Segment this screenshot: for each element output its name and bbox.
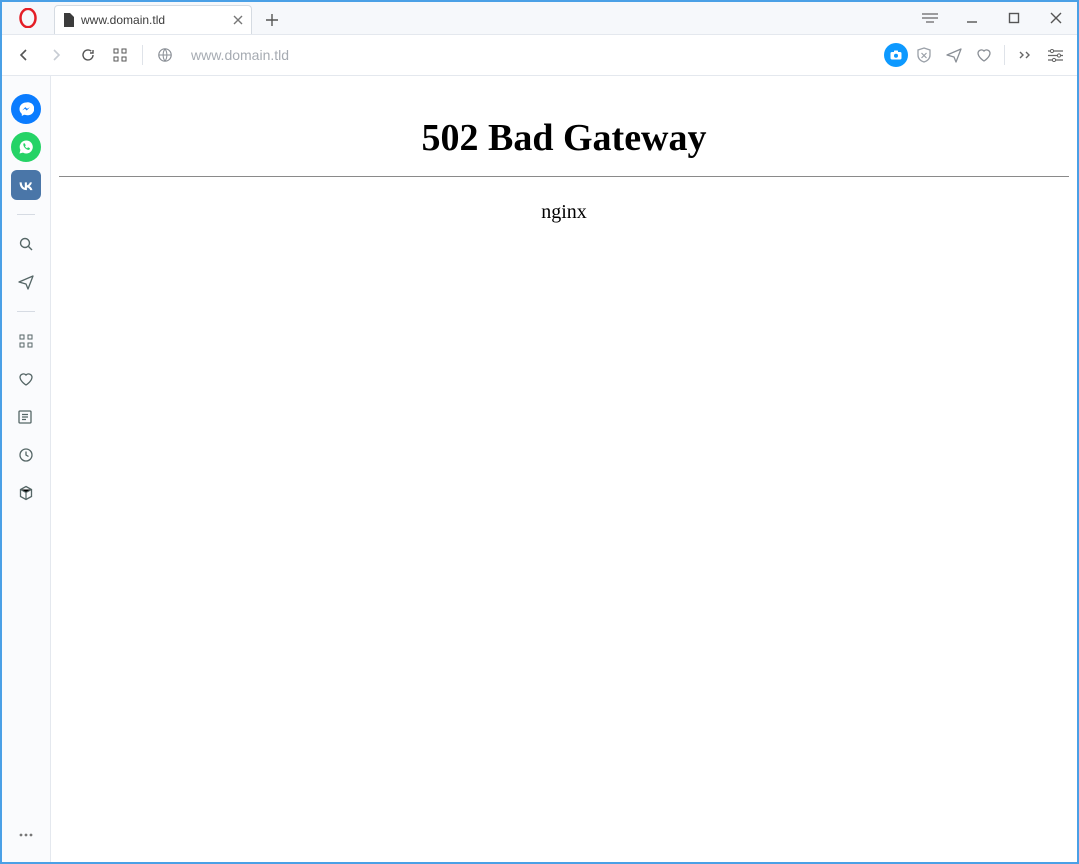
search-icon[interactable] bbox=[11, 229, 41, 259]
history-icon[interactable] bbox=[11, 440, 41, 470]
toolbar-divider bbox=[142, 45, 143, 65]
bookmark-heart-icon[interactable] bbox=[970, 41, 998, 69]
opera-menu-button[interactable] bbox=[6, 2, 50, 34]
server-name: nginx bbox=[51, 201, 1077, 224]
extensions-overflow-icon[interactable] bbox=[1011, 41, 1039, 69]
new-tab-button[interactable] bbox=[258, 6, 286, 34]
forward-button[interactable] bbox=[42, 41, 70, 69]
back-button[interactable] bbox=[10, 41, 38, 69]
file-icon bbox=[63, 13, 75, 27]
bookmarks-heart-icon[interactable] bbox=[11, 364, 41, 394]
address-input[interactable] bbox=[183, 47, 880, 63]
sidebar bbox=[2, 76, 51, 862]
site-info-icon[interactable] bbox=[151, 41, 179, 69]
reload-button[interactable] bbox=[74, 41, 102, 69]
close-tab-icon[interactable] bbox=[233, 15, 243, 25]
body-row: 502 Bad Gateway nginx bbox=[2, 76, 1077, 862]
news-icon[interactable] bbox=[11, 402, 41, 432]
page-rule bbox=[59, 176, 1069, 177]
flow-send-icon[interactable] bbox=[11, 267, 41, 297]
snapshot-button[interactable] bbox=[884, 43, 908, 67]
tab-title: www.domain.tld bbox=[81, 13, 165, 27]
send-icon[interactable] bbox=[940, 41, 968, 69]
browser-window: www.domain.tld bbox=[0, 0, 1079, 864]
active-tab[interactable]: www.domain.tld bbox=[54, 5, 252, 34]
address-toolbar bbox=[2, 34, 1077, 76]
vk-icon[interactable] bbox=[11, 170, 41, 200]
speed-dial-icon[interactable] bbox=[106, 41, 134, 69]
speed-dial-sidebar-icon[interactable] bbox=[11, 326, 41, 356]
maximize-button[interactable] bbox=[993, 2, 1035, 34]
extensions-cube-icon[interactable] bbox=[11, 478, 41, 508]
adblock-icon[interactable] bbox=[910, 41, 938, 69]
window-controls bbox=[909, 2, 1077, 34]
sidebar-divider bbox=[17, 214, 35, 215]
toolbar-divider bbox=[1004, 45, 1005, 65]
easy-setup-icon[interactable] bbox=[909, 2, 951, 34]
tab-strip: www.domain.tld bbox=[2, 2, 1077, 34]
messenger-icon[interactable] bbox=[11, 94, 41, 124]
sidebar-divider bbox=[17, 311, 35, 312]
page-content: 502 Bad Gateway nginx bbox=[51, 76, 1077, 862]
whatsapp-icon[interactable] bbox=[11, 132, 41, 162]
minimize-button[interactable] bbox=[951, 2, 993, 34]
error-heading: 502 Bad Gateway bbox=[51, 116, 1077, 160]
close-window-button[interactable] bbox=[1035, 2, 1077, 34]
easy-setup-toggles-icon[interactable] bbox=[1041, 41, 1069, 69]
sidebar-settings-icon[interactable] bbox=[11, 820, 41, 850]
